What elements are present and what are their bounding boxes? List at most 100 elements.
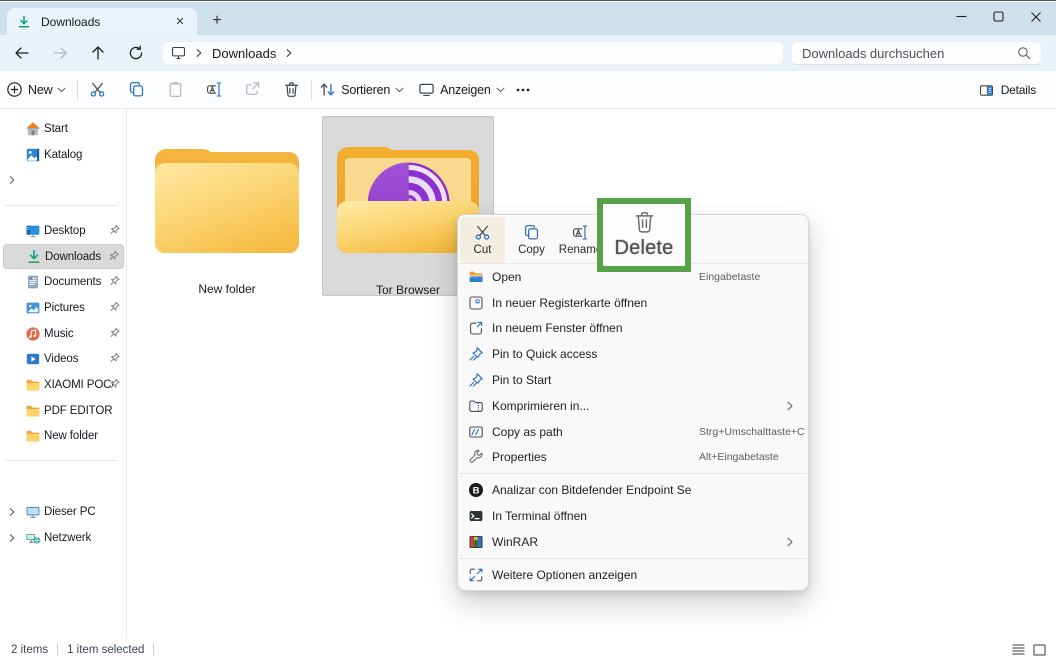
menu-item-properties[interactable]: Properties Alt+Eingabetaste <box>458 445 808 471</box>
sidebar-item-pdf-editor[interactable]: PDF EDITOR <box>3 398 124 424</box>
view-button[interactable]: Anzeigen <box>411 75 512 105</box>
menu-item-open-new-tab[interactable]: In neuer Registerkarte öffnen <box>458 290 808 316</box>
delete-highlight-annotation[interactable]: Delete <box>597 198 691 272</box>
sidebar-item-videos[interactable]: Videos <box>3 347 124 373</box>
forward-button[interactable] <box>43 38 77 68</box>
thumbnail-view-toggle-icon[interactable] <box>1033 643 1046 656</box>
chevron-right-icon <box>7 507 17 517</box>
pin-icon <box>107 250 120 263</box>
menu-item-label: Pin to Quick access <box>492 347 598 362</box>
refresh-button[interactable] <box>119 38 153 68</box>
menu-item-bitdefender-scan[interactable]: B Analizar con Bitdefender Endpoint Se <box>458 477 808 503</box>
sidebar-item-documents[interactable]: Documents <box>3 269 124 295</box>
sidebar-item-katalog[interactable]: Katalog <box>3 142 124 168</box>
sort-button[interactable]: Sortieren <box>312 75 411 105</box>
sidebar-item-netzwerk[interactable]: Netzwerk <box>3 525 124 551</box>
gallery-icon <box>25 147 41 163</box>
sidebar-item-xiaomi-poco[interactable]: XIAOMI POCO F <box>3 372 124 398</box>
menu-item-open-new-window[interactable]: In neuem Fenster öffnen <box>458 316 808 342</box>
delete-button[interactable] <box>272 75 311 105</box>
sidebar-item-label: Desktop <box>44 224 86 237</box>
pin-icon <box>108 224 121 237</box>
details-pane-label: Details <box>1000 83 1036 97</box>
pin-icon <box>108 301 121 314</box>
command-toolbar: New Sortieren Anzeigen Details <box>0 71 1056 109</box>
menu-item-open-terminal[interactable]: In Terminal öffnen <box>458 503 808 529</box>
sidebar-item-pictures[interactable]: Pictures <box>3 295 124 321</box>
sidebar-item-desktop[interactable]: Desktop <box>3 218 124 244</box>
menu-item-label: In Terminal öffnen <box>492 509 587 524</box>
sidebar-item-label: XIAOMI POCO F <box>44 379 113 392</box>
trash-icon <box>632 210 657 235</box>
folder-icon <box>25 403 41 419</box>
sidebar-item-downloads[interactable]: Downloads <box>3 243 124 270</box>
sidebar-item-new-folder[interactable]: New folder <box>3 424 124 450</box>
wrench-icon <box>468 449 484 465</box>
menu-item-shortcut: Eingabetaste <box>699 270 761 283</box>
address-bar[interactable]: Downloads <box>162 41 784 65</box>
navigation-bar: Downloads Downloads durchsuchen <box>0 35 1056 71</box>
copy-quick-action[interactable]: Copy <box>509 217 554 263</box>
breadcrumb[interactable]: Downloads <box>212 46 276 61</box>
sidebar-item-label: Dieser PC <box>44 506 96 519</box>
downloads-tab-icon <box>17 15 31 29</box>
sidebar-item-label: Katalog <box>44 148 83 161</box>
new-button[interactable]: New <box>1 75 71 105</box>
file-explorer-window: Downloads ✕ + Downloads Downloads durchs… <box>0 0 1056 661</box>
tab-downloads[interactable]: Downloads ✕ <box>7 8 197 35</box>
more-options-button[interactable] <box>512 75 534 105</box>
menu-item-show-more-options[interactable]: Weitere Optionen anzeigen <box>458 562 808 588</box>
menu-item-pin-start[interactable]: Pin to Start <box>458 367 808 393</box>
sidebar-item-music[interactable]: Music <box>3 321 124 347</box>
list-view-toggle-icon[interactable] <box>1012 643 1025 656</box>
cut-button[interactable] <box>78 75 117 105</box>
menu-item-compress[interactable]: Komprimieren in... <box>458 393 808 419</box>
menu-item-copy-as-path[interactable]: Copy as path Strg+Umschalttaste+C <box>458 419 808 445</box>
pictures-icon <box>25 300 41 316</box>
open-new-window-icon <box>468 320 484 336</box>
folder-icon <box>25 377 41 393</box>
search-box[interactable]: Downloads durchsuchen <box>791 41 1042 65</box>
sidebar-item-dieser-pc[interactable]: Dieser PC <box>3 499 124 525</box>
menu-item-label: In neuem Fenster öffnen <box>492 321 623 336</box>
up-button[interactable] <box>81 38 115 68</box>
minimize-button[interactable] <box>943 2 980 31</box>
pin-icon <box>108 276 121 289</box>
home-icon <box>25 121 41 137</box>
folder-icon <box>25 428 41 444</box>
menu-item-shortcut: Alt+Eingabetaste <box>699 451 779 464</box>
zip-folder-icon <box>468 398 484 414</box>
submenu-chevron-icon <box>786 401 794 411</box>
cut-quick-action[interactable]: Cut <box>460 217 505 263</box>
maximize-button[interactable] <box>980 2 1017 31</box>
network-icon <box>25 530 41 546</box>
sidebar-expander[interactable] <box>3 167 124 193</box>
music-icon <box>25 326 41 342</box>
menu-item-label: Pin to Start <box>492 373 552 388</box>
paste-button[interactable] <box>156 75 195 105</box>
show-more-options-icon <box>468 567 484 583</box>
search-icon <box>1017 46 1031 60</box>
sidebar-item-start[interactable]: Start <box>3 116 124 142</box>
chevron-down-icon <box>496 87 505 93</box>
menu-item-label: Komprimieren in... <box>492 398 590 413</box>
tab-close-icon[interactable]: ✕ <box>171 13 189 31</box>
close-button[interactable] <box>1017 2 1054 31</box>
back-button[interactable] <box>5 38 39 68</box>
sidebar-item-label: Netzwerk <box>44 531 92 544</box>
menu-item-winrar[interactable]: WinRAR <box>458 529 808 555</box>
file-tile-new-folder[interactable]: New folder <box>141 117 313 297</box>
details-pane-button[interactable]: Details <box>979 75 1038 105</box>
tab-title: Downloads <box>41 14 101 29</box>
rename-button[interactable] <box>195 75 234 105</box>
bitdefender-icon: B <box>468 482 484 498</box>
copy-button[interactable] <box>117 75 156 105</box>
menu-item-pin-quick-access[interactable]: Pin to Quick access <box>458 341 808 367</box>
new-tab-button[interactable]: + <box>204 8 230 34</box>
share-button[interactable] <box>234 75 273 105</box>
new-button-label: New <box>28 82 53 97</box>
svg-text:B: B <box>473 486 480 497</box>
window-controls <box>943 2 1054 31</box>
search-input[interactable]: Downloads durchsuchen <box>802 46 1017 61</box>
chevron-down-icon <box>395 87 404 93</box>
